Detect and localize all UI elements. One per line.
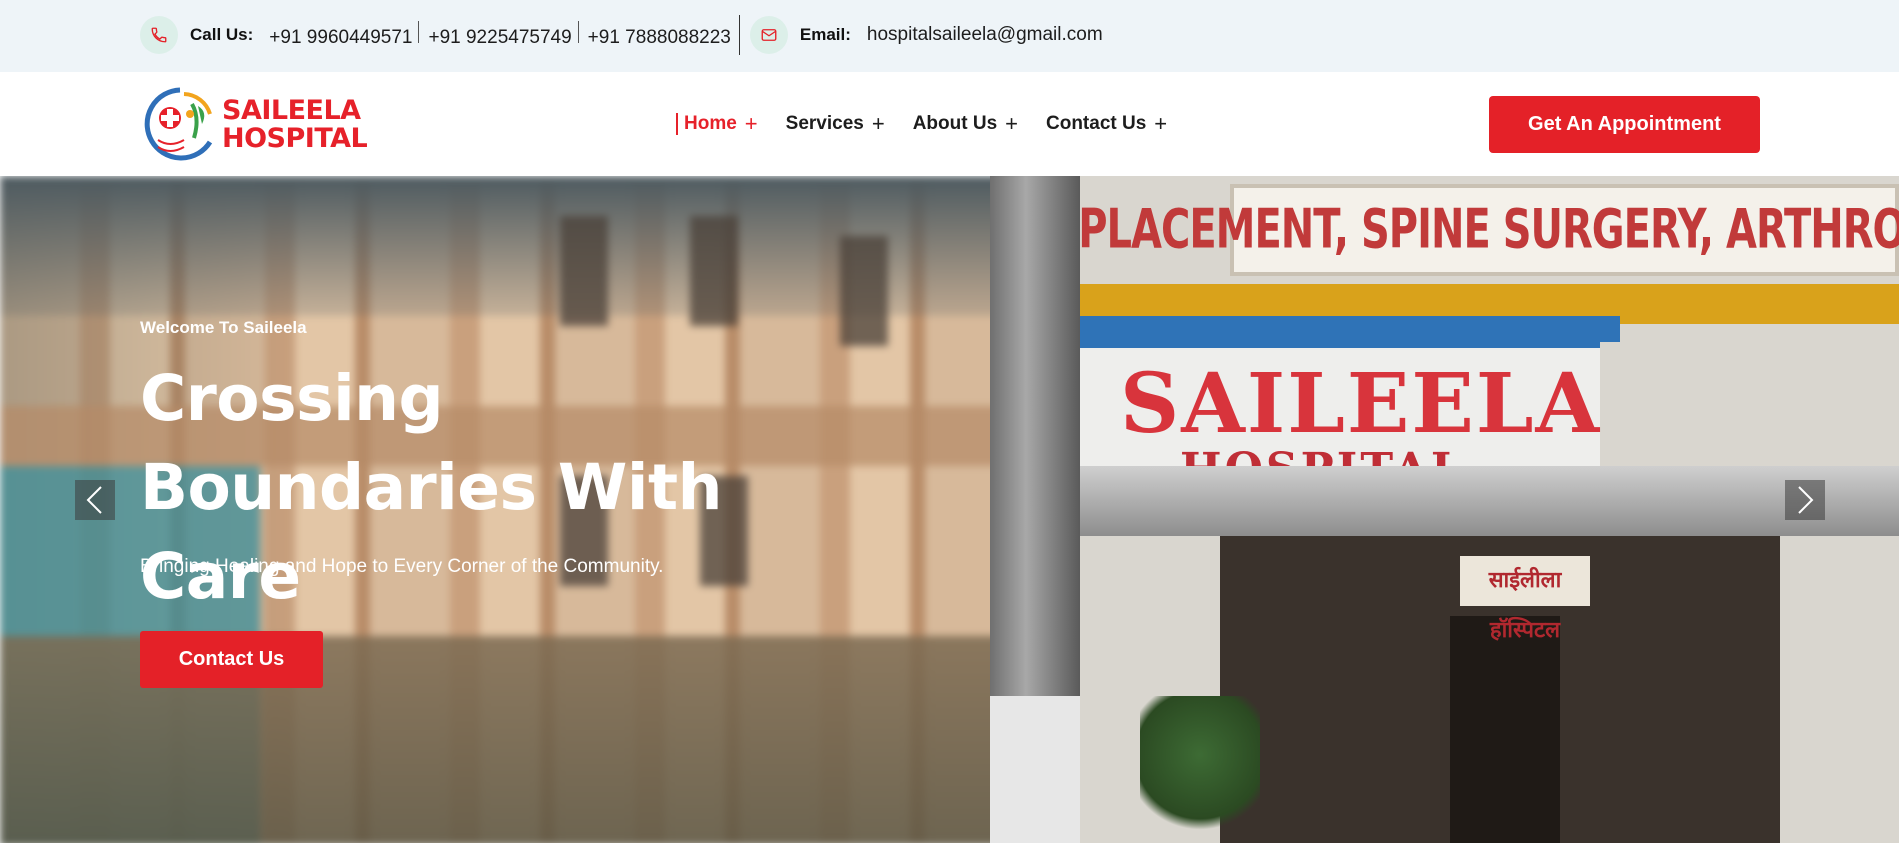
hero-slider: JOINT REPLACEMENT, SPINE SURGERY, ARTHRO…: [0, 176, 1899, 843]
hero-subtitle: Bringing Healing and Hope to Every Corne…: [140, 556, 664, 577]
contact-us-button[interactable]: Contact Us: [140, 631, 323, 688]
phone-icon: [140, 16, 178, 54]
logo-line-2: HOSPITAL: [222, 123, 368, 154]
photo-sign-specialties: JOINT REPLACEMENT, SPINE SURGERY, ARTHRO…: [990, 184, 1899, 276]
logo-emblem-icon: [140, 84, 220, 166]
plus-icon: +: [744, 111, 758, 136]
nav-item-about-us[interactable]: About Us +: [913, 113, 1018, 135]
nav-item-label: Home: [684, 113, 737, 134]
plus-icon: +: [871, 111, 885, 136]
hospital-logo[interactable]: SAILEELA HOSPITAL: [140, 84, 368, 166]
chevron-right-icon: [1798, 486, 1814, 514]
logo-line-1: SAILEELA: [222, 95, 361, 126]
slider-prev-button[interactable]: [75, 480, 115, 520]
nav-item-home[interactable]: Home +: [676, 113, 758, 135]
contact-info: Call Us: +91 9960449571 +91 9225475749 +91…: [140, 15, 1103, 55]
divider: [418, 21, 420, 43]
divider: [738, 15, 740, 55]
mail-icon: [749, 16, 788, 54]
nav-item-contact-us[interactable]: Contact Us +: [1046, 113, 1167, 135]
plus-icon: +: [1154, 111, 1168, 136]
nav-item-label: Services: [785, 113, 864, 134]
chevron-left-icon: [86, 486, 102, 514]
call-us-label: Call Us:: [190, 25, 254, 44]
main-nav: Home + Services + About Us + Contact Us …: [676, 72, 1195, 176]
photo-sign-marathi: साईलीला हॉस्पिटल: [1460, 556, 1590, 643]
nav-item-services[interactable]: Services +: [786, 113, 885, 135]
logo-wordmark: SAILEELA HOSPITAL: [222, 95, 368, 154]
site-header: SAILEELA HOSPITAL Home + Services + Abou…: [0, 72, 1899, 176]
phone-link-1[interactable]: +91 9960449571: [269, 27, 412, 48]
get-appointment-button[interactable]: Get An Appointment: [1489, 96, 1760, 153]
hero-kicker: Welcome To Saileela: [140, 318, 307, 337]
email-label: Email:: [799, 25, 851, 44]
divider: [577, 21, 579, 43]
phone-numbers: +91 9960449571 +91 9225475749 +91 78880882…: [269, 21, 731, 49]
slider-next-button[interactable]: [1785, 480, 1825, 520]
hero-title: Crossing Boundaries With Care: [140, 362, 723, 613]
phone-link-2[interactable]: +91 9225475749: [428, 27, 571, 48]
plus-icon: +: [1005, 111, 1018, 136]
email-link[interactable]: hospitalsaileela@gmail.com: [867, 24, 1103, 46]
nav-item-label: Contact Us: [1046, 113, 1147, 134]
top-contact-bar: Call Us: +91 9960449571 +91 9225475749 +91…: [0, 0, 1899, 72]
phone-link-3[interactable]: +91 7888088223: [588, 27, 731, 48]
nav-item-label: About Us: [912, 113, 998, 134]
hospital-photo: JOINT REPLACEMENT, SPINE SURGERY, ARTHRO…: [990, 176, 1899, 843]
